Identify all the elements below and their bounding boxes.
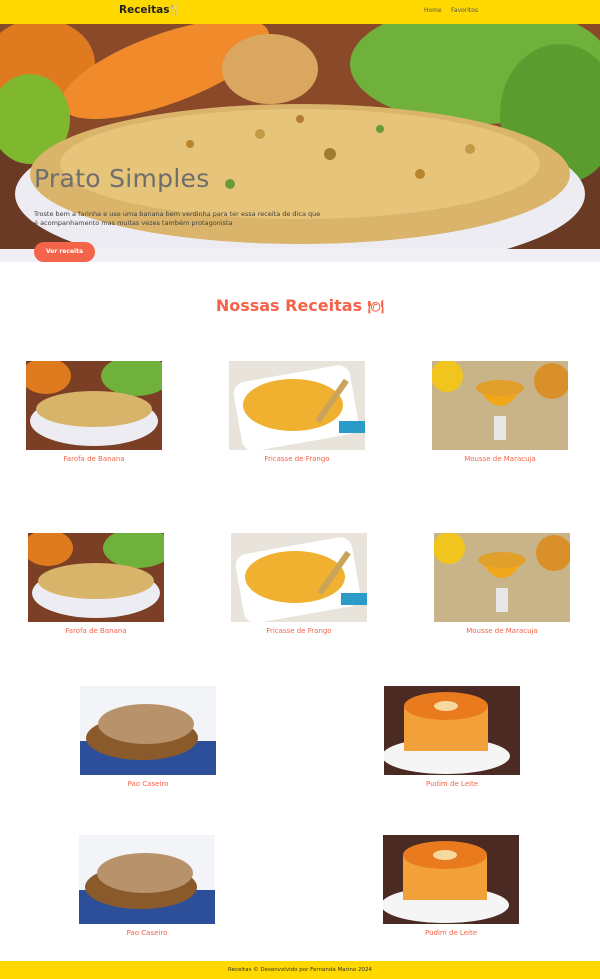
fork-knife-icon: 🍴 — [167, 3, 181, 16]
nav-link-favoritos[interactable]: Favoritos — [451, 7, 478, 14]
recipe-card[interactable]: Fricasse de Frango — [231, 533, 367, 635]
fricasse-image — [231, 533, 367, 622]
plate-icon: 🍽 — [367, 300, 385, 315]
hero-description: Troste bem a farinha e use uma banana be… — [34, 210, 321, 227]
nav-link-home[interactable]: Home — [424, 7, 442, 14]
recipe-name[interactable]: Farofa de Banana — [28, 627, 164, 635]
footer: Receitas © Desenvolvido por Fernanda Mar… — [0, 961, 600, 979]
top-navbar: Receitas 🍴 Home Favoritos — [0, 0, 600, 24]
pudim-image — [383, 835, 519, 924]
recipe-name[interactable]: Pudim de Leite — [383, 929, 519, 937]
pudim-image — [384, 686, 520, 775]
footer-text: Receitas © Desenvolvido por Fernanda Mar… — [228, 967, 372, 973]
recipe-name[interactable]: Pao Caseiro — [79, 929, 215, 937]
recipe-card[interactable]: Mousse de Maracuja — [434, 533, 570, 635]
recipe-card[interactable]: Pao Caseiro — [79, 835, 215, 937]
recipe-name[interactable]: Fricasse de Frango — [229, 455, 365, 463]
recipe-card[interactable]: Farofa de Banana — [26, 361, 162, 463]
pao-image — [79, 835, 215, 924]
recipe-card[interactable]: Farofa de Banana — [28, 533, 164, 635]
recipe-card[interactable]: Pudim de Leite — [384, 686, 520, 788]
hero-banner: Prato Simples Troste bem a farinha e use… — [0, 24, 600, 262]
hero-title: Prato Simples — [34, 164, 210, 193]
brand-logo-text[interactable]: Receitas — [119, 4, 170, 16]
farofa-image — [26, 361, 162, 450]
recipe-name[interactable]: Mousse de Maracuja — [432, 455, 568, 463]
recipe-name[interactable]: Pudim de Leite — [384, 780, 520, 788]
recipe-name[interactable]: Farofa de Banana — [26, 455, 162, 463]
mousse-image — [434, 533, 570, 622]
fricasse-image — [229, 361, 365, 450]
pao-image — [80, 686, 216, 775]
recipe-card[interactable]: Pao Caseiro — [80, 686, 216, 788]
recipe-card[interactable]: Pudim de Leite — [383, 835, 519, 937]
recipe-name[interactable]: Fricasse de Frango — [231, 627, 367, 635]
ver-receita-button[interactable]: Ver receita — [34, 242, 95, 262]
section-title: Nossas Receitas 🍽 — [0, 296, 600, 315]
recipe-card[interactable]: Mousse de Maracuja — [432, 361, 568, 463]
section-title-text: Nossas Receitas — [215, 296, 363, 315]
recipe-name[interactable]: Pao Caseiro — [80, 780, 216, 788]
mousse-image — [432, 361, 568, 450]
recipe-card[interactable]: Fricasse de Frango — [229, 361, 365, 463]
farofa-image — [28, 533, 164, 622]
recipe-name[interactable]: Mousse de Maracuja — [434, 627, 570, 635]
